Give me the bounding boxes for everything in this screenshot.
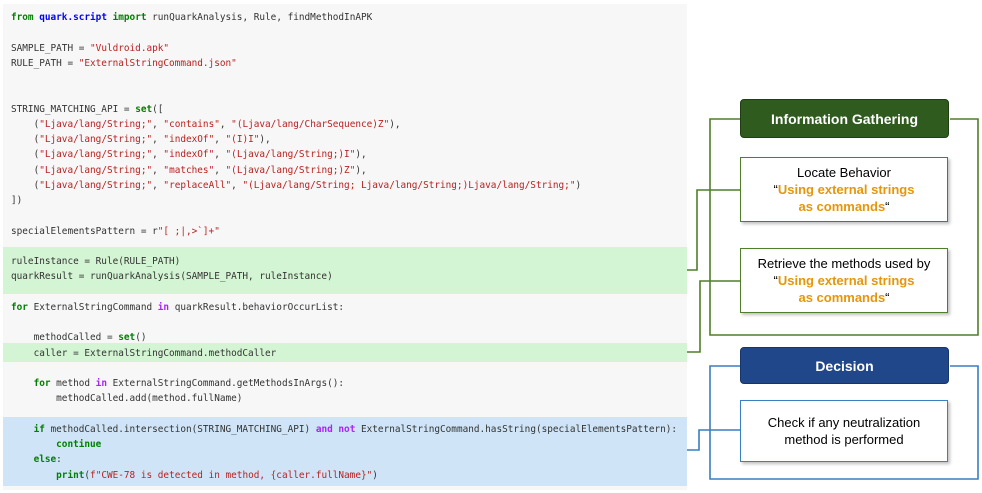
retrieve-close-quote: “ bbox=[885, 290, 890, 305]
locate-behavior-box: Locate Behavior “Using external strings … bbox=[740, 157, 948, 222]
retrieve-accent-text-1: Using external strings bbox=[777, 273, 915, 288]
retrieve-methods-accent-line2: as commands“ bbox=[798, 289, 889, 306]
info-gathering-title: Information Gathering bbox=[771, 110, 918, 127]
neutralization-check-box: Check if any neutralization method is pe… bbox=[740, 400, 948, 462]
locate-behavior-label: Locate Behavior bbox=[797, 165, 891, 180]
connector-decision bbox=[687, 429, 740, 451]
figure-canvas: from quark.script import runQuarkAnalysi… bbox=[0, 0, 982, 493]
locate-accent-text-2: as commands bbox=[798, 199, 886, 214]
decision-header: Decision bbox=[740, 347, 949, 384]
retrieve-methods-line: Retrieve the methods used by bbox=[758, 255, 931, 272]
locate-accent-text-1: Using external strings bbox=[777, 182, 915, 197]
neutralization-check-line2: method is performed bbox=[784, 432, 904, 447]
retrieve-methods-box: Retrieve the methods used by “Using exte… bbox=[740, 248, 948, 313]
connector-rule-analysis bbox=[687, 189, 740, 271]
retrieve-accent-text-2: as commands bbox=[798, 290, 886, 305]
connector-caller bbox=[687, 280, 740, 353]
locate-behavior-accent-line1: “Using external strings bbox=[774, 181, 915, 198]
locate-behavior-accent-line2: as commands“ bbox=[798, 198, 889, 215]
info-gathering-header: Information Gathering bbox=[740, 99, 949, 138]
locate-close-quote: “ bbox=[885, 199, 890, 214]
locate-behavior-line: Locate Behavior bbox=[797, 164, 891, 181]
decision-title: Decision bbox=[815, 357, 874, 374]
neutralization-check-line1: Check if any neutralization bbox=[767, 415, 921, 430]
retrieve-methods-label: Retrieve the methods used by bbox=[757, 256, 931, 271]
retrieve-methods-accent-line1: “Using external strings bbox=[774, 272, 915, 289]
